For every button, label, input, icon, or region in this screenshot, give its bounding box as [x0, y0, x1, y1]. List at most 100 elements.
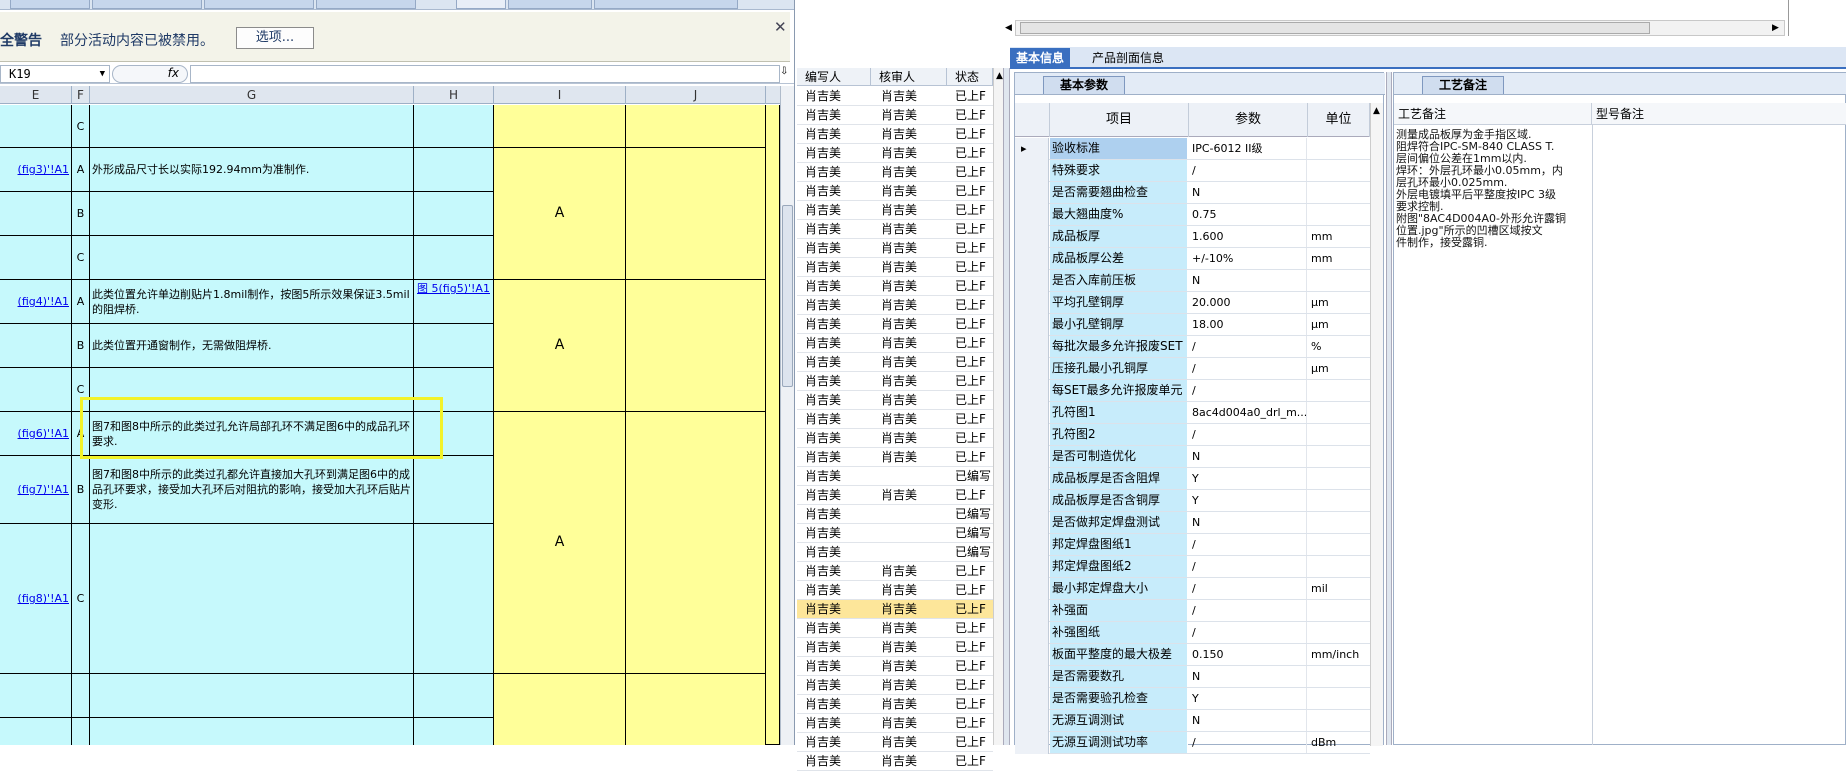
table-row[interactable]: 是否需要数孔 N	[1015, 666, 1370, 688]
table-row[interactable]: 成品板厚是否含铜厚 Y	[1015, 490, 1370, 512]
param-value[interactable]: N	[1189, 666, 1307, 687]
table-row[interactable]: 最大翘曲度% 0.75	[1015, 204, 1370, 226]
cell-h[interactable]	[414, 456, 494, 524]
cell-e[interactable]	[0, 324, 72, 368]
ribbon-tab[interactable]	[10, 0, 90, 9]
table-row[interactable]: 补强图纸 /	[1015, 622, 1370, 644]
row-selector[interactable]	[1015, 512, 1049, 534]
column-header-g[interactable]: G	[90, 86, 414, 104]
column-header-e[interactable]: E	[0, 86, 72, 104]
row-selector[interactable]	[1015, 556, 1049, 578]
list-item[interactable]: 肖吉美 肖吉美 已上F	[797, 429, 993, 448]
row-selector[interactable]	[1015, 666, 1049, 688]
close-icon[interactable]: ✕	[774, 18, 787, 36]
table-row[interactable]: 每SET最多允许报废单元 /	[1015, 380, 1370, 402]
cell-h[interactable]	[414, 192, 494, 236]
basic-params-tab[interactable]: 基本参数	[1043, 76, 1126, 94]
cell-i-merged[interactable]	[494, 674, 626, 745]
column-header-h[interactable]: H	[414, 86, 494, 104]
cell-e[interactable]: (fig8)'!A1	[0, 524, 72, 674]
table-row[interactable]: 平均孔壁铜厚 20.000 μm	[1015, 292, 1370, 314]
column-reviewer[interactable]: 核审人	[871, 68, 947, 86]
list-item[interactable]: 肖吉美 肖吉美 已上F	[797, 163, 993, 182]
table-row[interactable]: 成品板厚公差 +/-10% mm	[1015, 248, 1370, 270]
param-value[interactable]: N	[1189, 512, 1307, 533]
cell-f[interactable]: A	[72, 148, 90, 192]
cell-g[interactable]	[90, 192, 414, 236]
cell-g[interactable]	[90, 105, 414, 148]
chevron-up-icon[interactable]: ▲	[1373, 106, 1380, 116]
row-selector[interactable]	[1015, 336, 1049, 358]
param-value[interactable]: 0.150	[1189, 644, 1307, 665]
ribbon-tab[interactable]	[204, 0, 314, 9]
list-item[interactable]: 肖吉美 肖吉美 已上F	[797, 258, 993, 277]
table-row[interactable]: 是否可制造优化 N	[1015, 446, 1370, 468]
cell-j-merged[interactable]	[626, 674, 766, 745]
list-item[interactable]: 肖吉美 肖吉美 已上F	[797, 334, 993, 353]
table-row[interactable]: 是否做邦定焊盘测试 N	[1015, 512, 1370, 534]
table-row[interactable]: 是否入库前压板 N	[1015, 270, 1370, 292]
list-item[interactable]: 肖吉美 肖吉美 已上F	[797, 638, 993, 657]
param-value[interactable]: /	[1189, 160, 1307, 181]
cell-f[interactable]: C	[72, 524, 90, 674]
list-item[interactable]: 肖吉美 肖吉美 已上F	[797, 87, 993, 106]
list-item[interactable]: 肖吉美 肖吉美 已上F	[797, 562, 993, 581]
cell-i-merged[interactable]: A	[494, 412, 626, 674]
ribbon-tab[interactable]	[92, 0, 202, 9]
row-selector-header[interactable]	[1015, 103, 1050, 137]
chevron-left-icon[interactable]: ◀	[1005, 23, 1012, 33]
column-unit[interactable]: 单位	[1308, 103, 1370, 137]
row-selector[interactable]	[1015, 380, 1049, 402]
function-icon[interactable]: fx	[112, 65, 188, 83]
cell-h[interactable]	[414, 105, 494, 148]
cell-g[interactable]: 外形成品尺寸长以实际192.94mm为准制作.	[90, 148, 414, 192]
param-value[interactable]: IPC-6012 II级	[1189, 138, 1307, 159]
cell-h[interactable]	[414, 718, 494, 745]
tab-basic-info[interactable]: 基本信息	[1010, 48, 1071, 68]
param-value[interactable]: N	[1189, 270, 1307, 291]
chevron-right-icon[interactable]: ▶	[1772, 23, 1779, 33]
row-selector[interactable]	[1015, 468, 1049, 490]
row-selector[interactable]	[1015, 402, 1049, 424]
table-row[interactable]: 最小孔壁铜厚 18.00 μm	[1015, 314, 1370, 336]
cell-e[interactable]: (fig7)'!A1	[0, 456, 72, 524]
cell-f[interactable]: B	[72, 324, 90, 368]
row-selector[interactable]	[1015, 358, 1049, 380]
scrollbar-thumb[interactable]	[782, 205, 793, 387]
formula-input[interactable]	[190, 65, 780, 83]
list-item[interactable]: 肖吉美 肖吉美 已上F	[797, 315, 993, 334]
list-item[interactable]: 肖吉美 肖吉美 已上F	[797, 220, 993, 239]
name-box[interactable]: K19 ▼	[0, 65, 110, 83]
table-row[interactable]: 补强面 /	[1015, 600, 1370, 622]
list-item[interactable]: 肖吉美 肖吉美 已上F	[797, 657, 993, 676]
row-selector[interactable]	[1015, 710, 1049, 732]
row-selector[interactable]: ▸	[1015, 138, 1049, 160]
column-author[interactable]: 编写人	[797, 68, 871, 86]
param-value[interactable]: /	[1189, 424, 1307, 445]
list-item[interactable]: 肖吉美 肖吉美 已上F	[797, 239, 993, 258]
cell-e[interactable]	[0, 192, 72, 236]
tab-product-section[interactable]: 产品剖面信息	[1086, 48, 1170, 68]
cell-f[interactable]: B	[72, 456, 90, 524]
list-item[interactable]: 肖吉美 肖吉美 已上F	[797, 182, 993, 201]
list-item[interactable]: 肖吉美 肖吉美 已上F	[797, 296, 993, 315]
chevron-up-icon[interactable]: ▲	[996, 71, 1003, 81]
cell-f[interactable]	[72, 674, 90, 718]
param-value[interactable]: 8ac4d004a0_drl_m...	[1189, 402, 1307, 423]
table-row[interactable]: 板面平整度的最大极差 0.150 mm/inch	[1015, 644, 1370, 666]
cell-j-merged[interactable]	[626, 412, 766, 674]
list-item[interactable]: 肖吉美 肖吉美 已上F	[797, 144, 993, 163]
row-selector[interactable]	[1015, 622, 1049, 644]
param-value[interactable]: /	[1189, 358, 1307, 379]
row-selector[interactable]	[1015, 160, 1049, 182]
param-value[interactable]: /	[1189, 534, 1307, 555]
cell-g[interactable]	[90, 718, 414, 745]
param-value[interactable]: Y	[1189, 468, 1307, 489]
table-row[interactable]: 成品板厚 1.600 mm	[1015, 226, 1370, 248]
table-row[interactable]: 邦定焊盘图纸2/	[1015, 556, 1370, 578]
row-selector[interactable]	[1015, 314, 1049, 336]
cell-g[interactable]: 图7和图8中所示的此类过孔都允许直接加大孔环到满足图6中的成品孔环要求，接受加大…	[90, 456, 414, 524]
list-item[interactable]: 肖吉美 肖吉美 已上F	[797, 125, 993, 144]
cell-j-merged[interactable]	[626, 105, 766, 148]
cell-g[interactable]	[90, 524, 414, 674]
